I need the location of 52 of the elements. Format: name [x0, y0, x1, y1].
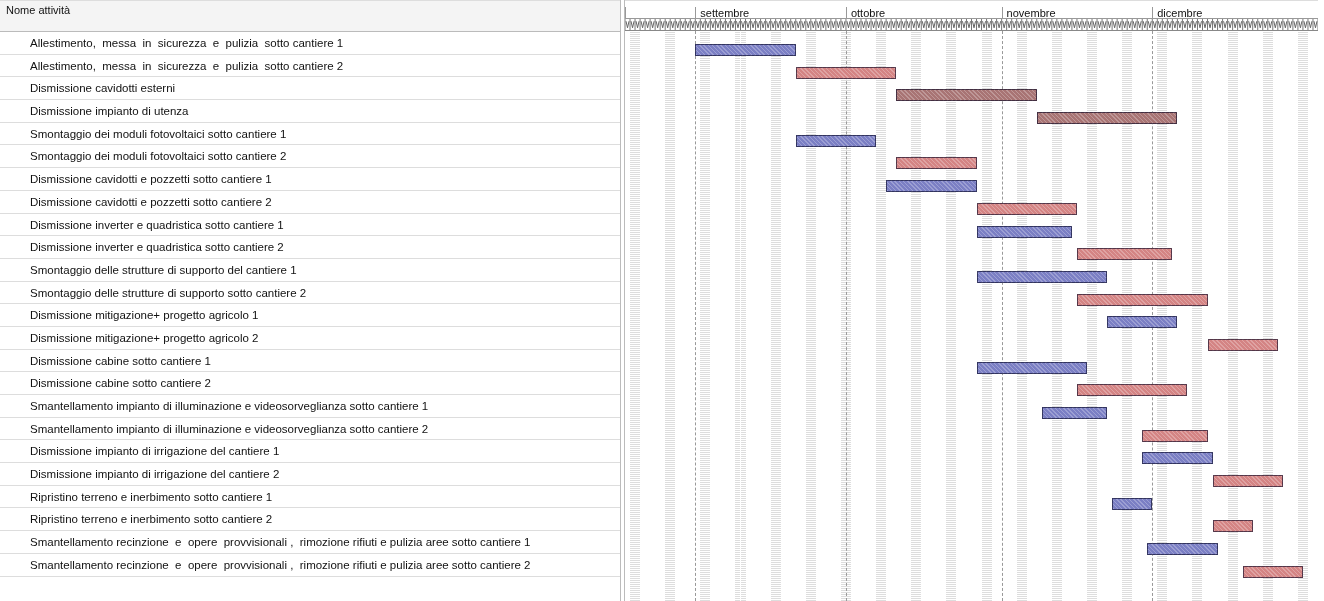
task-bar[interactable] [1142, 452, 1213, 465]
task-bar[interactable] [1107, 316, 1178, 329]
task-name: Dismissione cavidotti e pozzetti sotto cantiere 2 [0, 190, 620, 214]
task-bar[interactable] [1112, 497, 1153, 510]
task-name: Dismissione mitigazione+ progetto agricolo 2 [0, 326, 620, 350]
task-name: Smontaggio delle strutture di supporto del cantiere 1 [0, 258, 620, 282]
task-bar[interactable] [896, 89, 1037, 102]
task-bar[interactable] [1041, 407, 1108, 419]
task-bar[interactable] [976, 225, 1072, 238]
task-bar[interactable] [1076, 384, 1188, 397]
task-name: Dismissione impianto di utenza [0, 100, 620, 123]
task-bar[interactable] [1242, 565, 1303, 578]
task-bar[interactable] [976, 202, 1077, 215]
task-name: Dismissione cavidotti esterni [0, 77, 620, 101]
task-bar[interactable] [795, 66, 897, 79]
task-bar[interactable] [1207, 338, 1278, 351]
task-name: Dismissione mitigazione+ progetto agricolo 1 [0, 304, 620, 327]
task-bar[interactable] [1147, 543, 1218, 556]
task-name: Smantellamento recinzione e opere provvisionali , rimozione rifiuti e pulizia aree sotto cantiere 1 [0, 531, 620, 554]
task-name: Dismissione cavidotti e pozzetti sotto cantiere 1 [0, 168, 620, 191]
task-bar[interactable] [1036, 112, 1178, 125]
month-label: settembre [700, 7, 750, 19]
task-bar[interactable] [976, 361, 1087, 374]
task-bar[interactable] [795, 134, 877, 147]
task-name: Dismissione cabine sotto cantiere 2 [0, 372, 620, 395]
task-name: Ripristino terreno e inerbimento sotto cantiere 2 [0, 508, 620, 532]
task-name: Smontaggio dei moduli fotovoltaici sotto cantiere 1 [0, 122, 620, 146]
month-label: novembre [1006, 7, 1056, 19]
task-name: Dismissione impianto di irrigazione del cantiere 1 [0, 440, 620, 464]
task-name: Smantellamento recinzione e opere provvisionali , rimozione rifiuti e pulizia aree sotto cantiere 2 [0, 553, 620, 577]
task-name: Ripristino terreno e inerbimento sotto cantiere 1 [0, 485, 620, 509]
task-bar[interactable] [976, 270, 1108, 283]
task-name: Dismissione inverter e quadristica sotto cantiere 2 [0, 236, 620, 259]
task-name: Smontaggio dei moduli fotovoltaici sotto cantiere 2 [0, 145, 620, 169]
task-name: Allestimento, messa in sicurezza e pulizia sotto cantiere 1 [0, 32, 620, 55]
task-bar[interactable] [1212, 520, 1253, 533]
task-bar[interactable] [886, 180, 977, 193]
task-bar[interactable] [1212, 475, 1283, 488]
task-bar[interactable] [1076, 248, 1173, 261]
task-name: Smantellamento impianto di illuminazione e videosorveglianza sotto cantiere 2 [0, 417, 620, 441]
task-bar[interactable] [896, 157, 977, 170]
task-name: Allestimento, messa in sicurezza e pulizia sotto cantiere 2 [0, 54, 620, 78]
task-name: Dismissione impianto di irrigazione del cantiere 2 [0, 463, 620, 486]
task-bar[interactable] [1076, 293, 1208, 306]
month-label: dicembre [1157, 7, 1203, 19]
task-name: Smantellamento impianto di illuminazione e videosorveglianza sotto cantiere 1 [0, 395, 620, 418]
column-header[interactable]: Nome attività [0, 0, 620, 32]
task-name: Dismissione inverter e quadristica sotto cantiere 1 [0, 213, 620, 237]
task-name: Dismissione cabine sotto cantiere 1 [0, 349, 620, 373]
task-bar[interactable] [1142, 429, 1208, 442]
task-name: Smontaggio delle strutture di supporto sotto cantiere 2 [0, 281, 620, 305]
month-label: ottobre [850, 7, 886, 19]
